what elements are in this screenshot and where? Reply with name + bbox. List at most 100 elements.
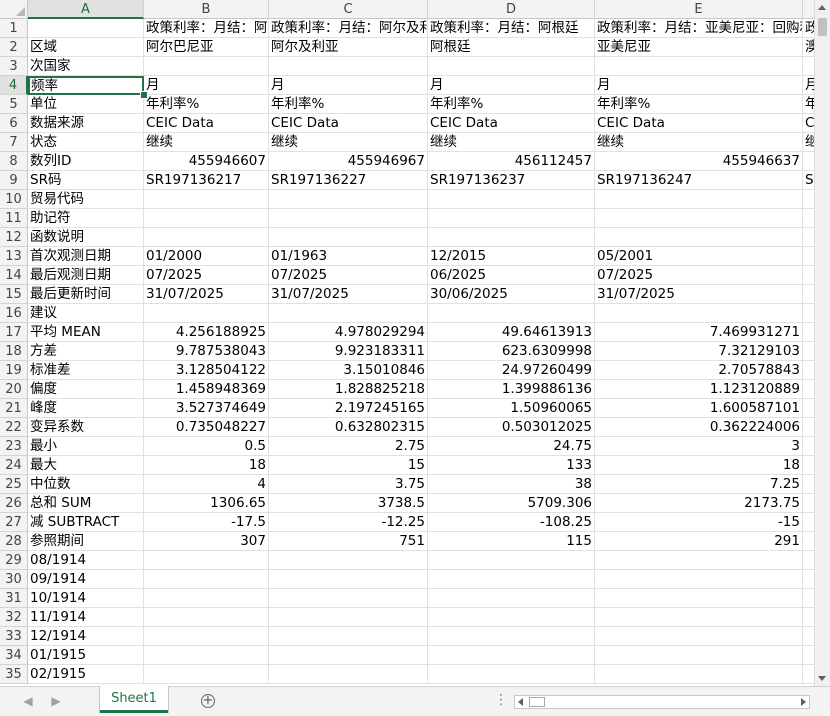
cell-a5[interactable]: 单位	[28, 95, 144, 114]
cell-d14[interactable]: 06/2025	[428, 266, 595, 285]
cell-c22[interactable]: 0.632802315	[269, 418, 428, 437]
cell-a31[interactable]: 10/1914	[28, 589, 144, 608]
cell-a21[interactable]: 峰度	[28, 399, 144, 418]
cell-b22[interactable]: 0.735048227	[144, 418, 269, 437]
cell-e11[interactable]	[803, 209, 814, 228]
row-header[interactable]: 19	[0, 361, 28, 380]
cell-e28[interactable]: 291	[595, 532, 803, 551]
cell-e1[interactable]: 政	[803, 19, 814, 38]
cell-c27[interactable]: -12.25	[269, 513, 428, 532]
cell-d28[interactable]: 115	[428, 532, 595, 551]
cell-c30[interactable]	[269, 570, 428, 589]
cell-b11[interactable]	[144, 209, 269, 228]
row-header[interactable]: 29	[0, 551, 28, 570]
cell-a8[interactable]: 数列ID	[28, 152, 144, 171]
cell-a35[interactable]: 02/1915	[28, 665, 144, 684]
row-header[interactable]: 23	[0, 437, 28, 456]
cell-e29[interactable]	[595, 551, 803, 570]
cell-d1[interactable]: 政策利率：月结：阿根廷	[428, 19, 595, 38]
cell-d15[interactable]: 30/06/2025	[428, 285, 595, 304]
cell-b20[interactable]: 1.458948369	[144, 380, 269, 399]
cell-e35[interactable]	[803, 665, 814, 684]
cell-e28[interactable]	[803, 532, 814, 551]
cell-b2[interactable]: 阿尔巴尼亚	[144, 38, 269, 57]
cell-a2[interactable]: 区域	[28, 38, 144, 57]
cell-b7[interactable]: 继续	[144, 133, 269, 152]
column-header-f[interactable]	[803, 0, 814, 19]
row-header[interactable]: 7	[0, 133, 28, 152]
cell-c2[interactable]: 阿尔及利亚	[269, 38, 428, 57]
cell-c4[interactable]: 月	[269, 76, 428, 95]
cell-e20[interactable]: 1.123120889	[595, 380, 803, 399]
cell-a12[interactable]: 函数说明	[28, 228, 144, 247]
cell-e7[interactable]: 继	[803, 133, 814, 152]
cell-b14[interactable]: 07/2025	[144, 266, 269, 285]
cell-e32[interactable]	[595, 608, 803, 627]
more-options-icon[interactable]: ⋮	[494, 693, 508, 707]
cell-d34[interactable]	[428, 646, 595, 665]
cell-e18[interactable]	[803, 342, 814, 361]
cell-d4[interactable]: 月	[428, 76, 595, 95]
cell-d31[interactable]	[428, 589, 595, 608]
cell-c15[interactable]: 31/07/2025	[269, 285, 428, 304]
cell-e17[interactable]: 7.469931271	[595, 323, 803, 342]
cell-b28[interactable]: 307	[144, 532, 269, 551]
cell-e22[interactable]: 0.362224006	[595, 418, 803, 437]
cell-e6[interactable]: CEIC Data	[595, 114, 803, 133]
column-header-e[interactable]: E	[595, 0, 803, 19]
cell-e8[interactable]	[803, 152, 814, 171]
cell-b5[interactable]: 年利率%	[144, 95, 269, 114]
cell-c1[interactable]: 政策利率：月结：阿尔及利亚	[269, 19, 428, 38]
cell-d19[interactable]: 24.97260499	[428, 361, 595, 380]
cell-c6[interactable]: CEIC Data	[269, 114, 428, 133]
cell-c14[interactable]: 07/2025	[269, 266, 428, 285]
cell-c12[interactable]	[269, 228, 428, 247]
cell-a29[interactable]: 08/1914	[28, 551, 144, 570]
cell-e24[interactable]: 18	[595, 456, 803, 475]
cell-d24[interactable]: 133	[428, 456, 595, 475]
cell-e15[interactable]: 3	[803, 285, 814, 304]
cell-d11[interactable]	[428, 209, 595, 228]
cell-c20[interactable]: 1.828825218	[269, 380, 428, 399]
cell-d29[interactable]	[428, 551, 595, 570]
cell-a26[interactable]: 总和 SUM	[28, 494, 144, 513]
cell-e13[interactable]: 0	[803, 247, 814, 266]
row-header[interactable]: 21	[0, 399, 28, 418]
cell-e24[interactable]	[803, 456, 814, 475]
cell-c24[interactable]: 15	[269, 456, 428, 475]
cell-b29[interactable]	[144, 551, 269, 570]
cell-d25[interactable]: 38	[428, 475, 595, 494]
cell-c32[interactable]	[269, 608, 428, 627]
cell-d33[interactable]	[428, 627, 595, 646]
cell-b12[interactable]	[144, 228, 269, 247]
cell-e1[interactable]: 政策利率：月结：亚美尼亚：回购利率	[595, 19, 803, 38]
scroll-left-arrow-icon[interactable]	[518, 698, 523, 706]
cell-c29[interactable]	[269, 551, 428, 570]
cell-c31[interactable]	[269, 589, 428, 608]
cell-e30[interactable]	[803, 570, 814, 589]
cell-a11[interactable]: 助记符	[28, 209, 144, 228]
cell-c7[interactable]: 继续	[269, 133, 428, 152]
cell-a28[interactable]: 参照期间	[28, 532, 144, 551]
cell-d16[interactable]	[428, 304, 595, 323]
cell-b34[interactable]	[144, 646, 269, 665]
cell-e3[interactable]	[595, 57, 803, 76]
cell-e27[interactable]	[803, 513, 814, 532]
cell-e23[interactable]: 3	[595, 437, 803, 456]
row-header[interactable]: 28	[0, 532, 28, 551]
row-header[interactable]: 12	[0, 228, 28, 247]
cell-d9[interactable]: SR197136237	[428, 171, 595, 190]
cell-b23[interactable]: 0.5	[144, 437, 269, 456]
cell-e16[interactable]	[595, 304, 803, 323]
cell-d10[interactable]	[428, 190, 595, 209]
cell-e21[interactable]: 1.600587101	[595, 399, 803, 418]
cell-e2[interactable]: 亚美尼亚	[595, 38, 803, 57]
cell-e6[interactable]: C	[803, 114, 814, 133]
cell-d32[interactable]	[428, 608, 595, 627]
cell-a20[interactable]: 偏度	[28, 380, 144, 399]
horizontal-scroll-thumb[interactable]	[529, 697, 545, 707]
cell-b10[interactable]	[144, 190, 269, 209]
cell-e9[interactable]: S	[803, 171, 814, 190]
vertical-scroll-thumb[interactable]	[818, 18, 827, 36]
cell-e33[interactable]	[803, 627, 814, 646]
